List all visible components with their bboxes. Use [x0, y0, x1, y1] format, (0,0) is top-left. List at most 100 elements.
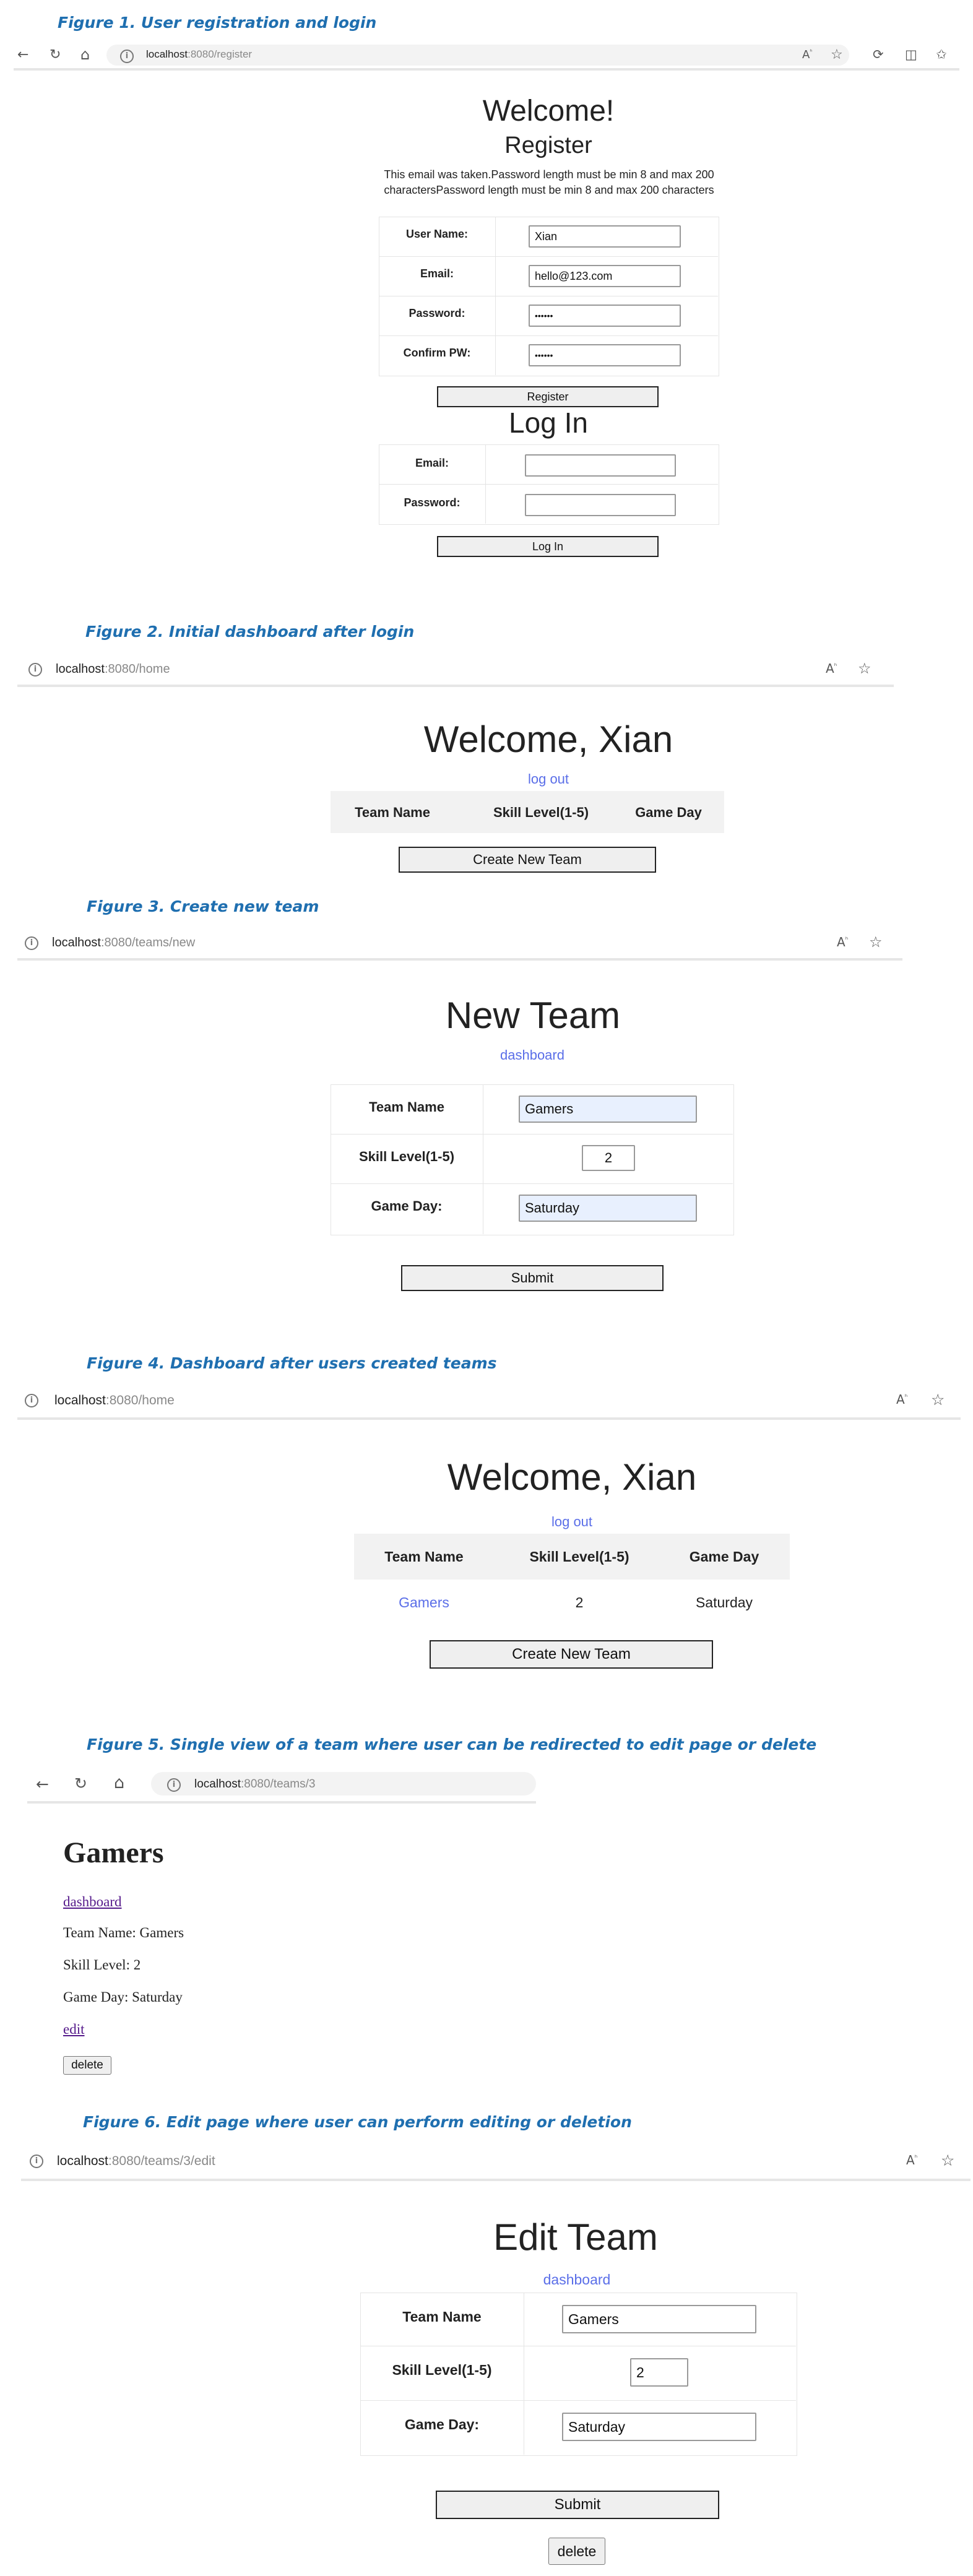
delete-button[interactable]: delete — [63, 2056, 111, 2075]
register-button[interactable]: Register — [437, 386, 659, 407]
password-label: Password: — [409, 307, 465, 319]
login-heading: Log In — [509, 407, 588, 439]
team-name-label: Team Name — [369, 1099, 444, 1115]
edit-link[interactable]: edit — [63, 2021, 85, 2038]
team-title: Gamers — [63, 1836, 164, 1869]
team-name-input[interactable]: Gamers — [519, 1096, 697, 1123]
figure-5-caption: Figure 5. Single view of a team where us… — [87, 1735, 817, 1753]
team-name-label: Team Name — [402, 2309, 482, 2325]
logout-link[interactable]: log out — [486, 771, 610, 787]
dashboard-link[interactable]: dashboard — [515, 2271, 639, 2288]
delete-button[interactable]: delete — [548, 2538, 605, 2565]
skill-level-input[interactable]: 2 — [630, 2358, 688, 2387]
figure-1-caption: Figure 1. User registration and login — [58, 14, 377, 32]
logout-link[interactable]: log out — [510, 1514, 634, 1530]
browser-toolbar: ← ↻ ⌂ i localhost:8080/register Aʰ ☆ ⟳ ◫… — [14, 41, 959, 71]
split-screen-icon[interactable]: ◫ — [905, 48, 917, 61]
password-input[interactable]: •••••• — [529, 305, 681, 327]
confirm-password-input[interactable]: •••••• — [529, 344, 681, 366]
register-heading: Register — [504, 132, 592, 158]
url-host: localhost — [146, 48, 188, 60]
info-icon[interactable]: i — [167, 1778, 181, 1792]
skill-level-label: Skill Level(1-5) — [392, 2362, 492, 2378]
back-arrow-icon[interactable]: ← — [36, 1776, 49, 1792]
star-icon[interactable]: ☆ — [831, 48, 843, 62]
email-input[interactable]: hello@123.com — [529, 265, 681, 287]
login-email-input[interactable] — [525, 454, 676, 477]
url-path: :8080/teams/new — [100, 936, 196, 949]
refresh-icon[interactable]: ↻ — [50, 48, 61, 62]
dashboard-link[interactable]: dashboard — [63, 1894, 122, 1910]
read-aloud-icon[interactable]: Aʰ — [802, 50, 812, 61]
col-game-day: Game Day — [689, 1549, 759, 1565]
new-team-heading: New Team — [445, 995, 621, 1036]
error-messages: This email was taken.Password length mus… — [384, 168, 714, 196]
submit-button[interactable]: Submit — [401, 1265, 664, 1291]
url-host: localhost — [57, 2154, 108, 2168]
url-path: :8080/home — [105, 1393, 175, 1407]
star-icon[interactable]: ☆ — [941, 2153, 954, 2168]
login-password-label: Password: — [404, 496, 461, 509]
info-icon[interactable]: i — [25, 1394, 38, 1407]
game-day-input[interactable]: Saturday — [562, 2413, 756, 2441]
col-game-day: Game Day — [635, 805, 702, 820]
info-icon[interactable]: i — [25, 936, 38, 950]
info-icon[interactable]: i — [30, 2155, 43, 2168]
star-icon[interactable]: ☆ — [931, 1392, 945, 1407]
game-day-input[interactable]: Saturday — [519, 1195, 697, 1222]
read-aloud-icon[interactable]: Aʰ — [837, 936, 848, 948]
skill-level-input[interactable]: 2 — [582, 1145, 635, 1171]
create-team-button[interactable]: Create New Team — [430, 1640, 713, 1669]
dashboard-link[interactable]: dashboard — [470, 1047, 594, 1063]
home-icon[interactable]: ⌂ — [114, 1774, 124, 1791]
home-icon[interactable]: ⌂ — [80, 47, 90, 62]
email-label: Email: — [420, 267, 454, 280]
username-label: User Name: — [405, 228, 469, 240]
refresh-icon[interactable]: ↻ — [74, 1776, 87, 1791]
skill-level-label: Skill Level(1-5) — [358, 1149, 455, 1164]
row-game-day: Saturday — [695, 1594, 753, 1610]
read-aloud-icon[interactable]: Aʰ — [826, 662, 837, 675]
browser-address-bar: i localhost:8080/home Aʰ ☆ — [17, 1383, 961, 1420]
team-name-input[interactable]: Gamers — [562, 2305, 756, 2333]
dashboard-welcome: Welcome, Xian — [447, 1456, 697, 1498]
address-url: localhost:8080/home — [56, 662, 170, 676]
dashboard-welcome: Welcome, Xian — [423, 719, 673, 760]
extensions-icon[interactable]: ⟳ — [873, 48, 884, 61]
address-url: localhost:8080/teams/3/edit — [57, 2154, 215, 2169]
figure-3-caption: Figure 3. Create new team — [87, 897, 319, 915]
login-button[interactable]: Log In — [437, 536, 659, 557]
info-icon[interactable]: i — [28, 663, 42, 676]
address-url: localhost:8080/register — [146, 48, 252, 61]
login-password-input[interactable] — [525, 494, 676, 516]
skill-level-text: Skill Level: 2 — [63, 1957, 141, 1973]
info-icon[interactable]: i — [120, 50, 134, 63]
figure-6-caption: Figure 6. Edit page where user can perfo… — [83, 2113, 632, 2131]
browser-toolbar: ← ↻ ⌂ i localhost:8080/teams/3 — [27, 1768, 536, 1804]
figure-4-caption: Figure 4. Dashboard after users created … — [87, 1354, 497, 1372]
create-team-button[interactable]: Create New Team — [399, 847, 656, 873]
address-url: localhost:8080/teams/new — [52, 936, 195, 950]
username-input[interactable]: Xian — [529, 225, 681, 248]
browser-address-bar: i localhost:8080/home Aʰ ☆ — [17, 652, 894, 687]
star-icon[interactable]: ☆ — [869, 935, 883, 949]
welcome-heading: Welcome! — [482, 95, 615, 128]
game-day-text: Game Day: Saturday — [63, 1989, 183, 2005]
address-url: localhost:8080/teams/3 — [194, 1778, 315, 1791]
url-path: :8080/home — [104, 662, 170, 676]
url-path: :8080/register — [188, 48, 253, 60]
browser-address-bar: i localhost:8080/teams/new Aʰ ☆ — [17, 926, 902, 961]
browser-address-bar: i localhost:8080/teams/3/edit Aʰ ☆ — [21, 2143, 971, 2181]
read-aloud-icon[interactable]: Aʰ — [906, 2154, 917, 2166]
back-arrow-icon[interactable]: ← — [17, 48, 28, 62]
figure-2-caption: Figure 2. Initial dashboard after login — [85, 623, 415, 641]
read-aloud-icon[interactable]: Aʰ — [896, 1393, 907, 1406]
login-email-label: Email: — [415, 457, 449, 469]
confirm-password-label: Confirm PW: — [403, 347, 471, 359]
submit-button[interactable]: Submit — [436, 2491, 719, 2519]
favorites-icon[interactable]: ✩ — [936, 48, 947, 61]
star-icon[interactable]: ☆ — [858, 661, 871, 676]
game-day-label: Game Day: — [371, 1198, 443, 1214]
url-host: localhost — [56, 662, 105, 676]
team-link-gamers[interactable]: Gamers — [359, 1594, 489, 1611]
